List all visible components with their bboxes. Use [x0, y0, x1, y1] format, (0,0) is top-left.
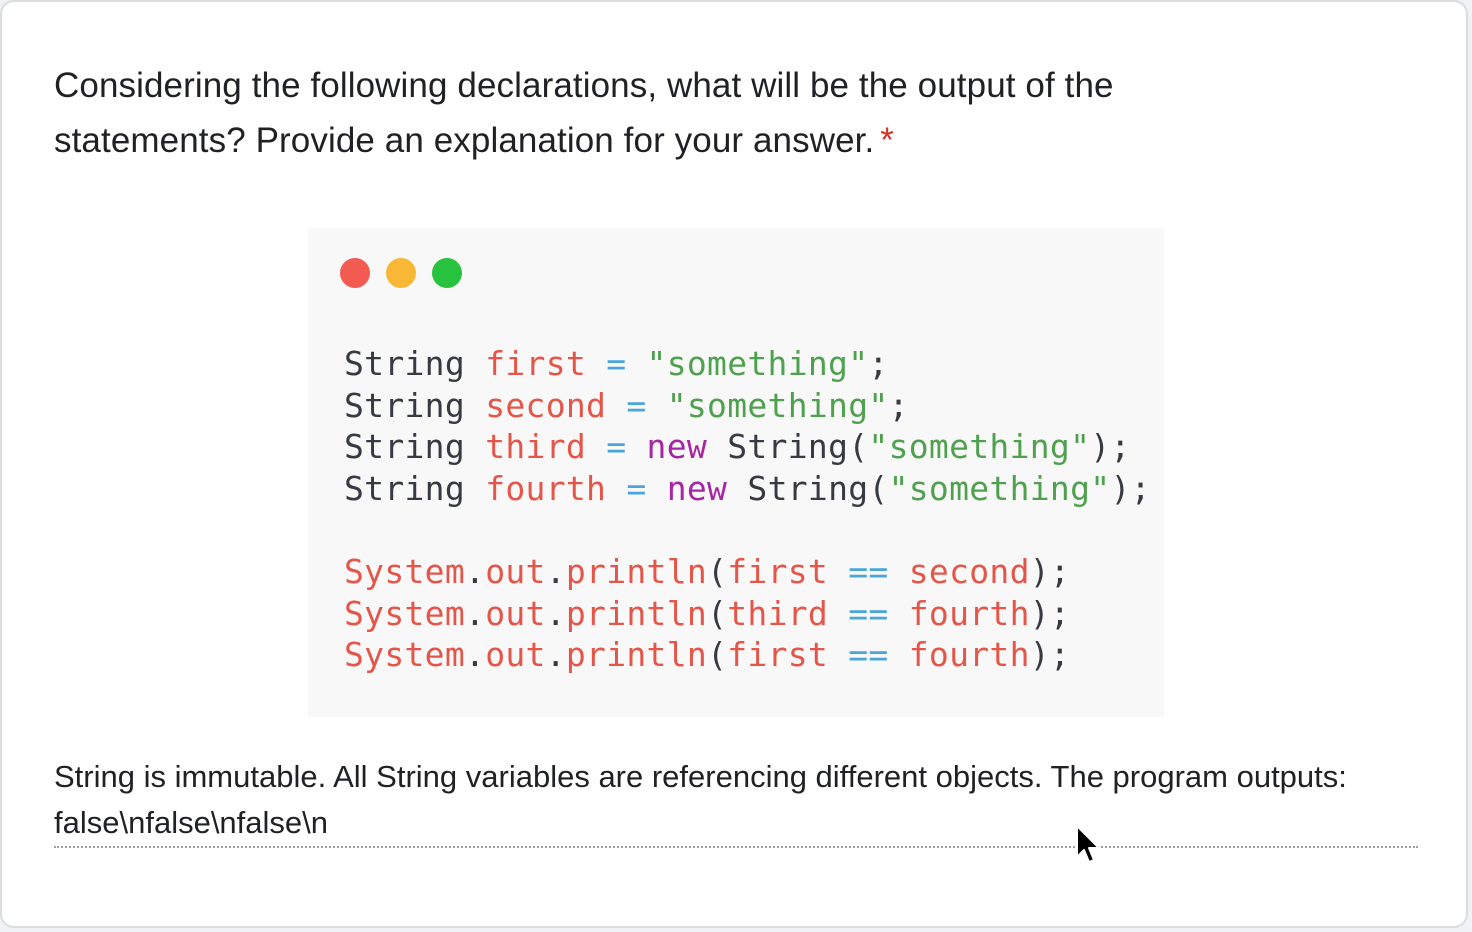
code-token: ==: [828, 635, 909, 675]
code-line: String second = "something";: [344, 385, 1151, 427]
code-token: =: [586, 344, 647, 383]
code-token: "something": [888, 468, 1111, 508]
code-token: new: [666, 468, 728, 508]
code-token: .: [465, 635, 486, 675]
code-token: .: [545, 551, 566, 591]
code-token: out: [485, 551, 546, 591]
code-token: );: [1110, 468, 1151, 508]
code-token: =: [606, 468, 667, 508]
code-token: fourth: [485, 468, 607, 508]
code-token: first: [727, 551, 829, 591]
code-token: );: [1029, 551, 1071, 591]
required-asterisk: *: [880, 121, 895, 160]
code-token: println: [565, 635, 708, 675]
code-token: first: [727, 635, 829, 675]
question-text: Considering the following declarations, …: [54, 66, 1114, 160]
code-line: String first = "something";: [344, 343, 1151, 385]
code-token: ;: [868, 344, 889, 383]
code-token: String: [344, 385, 486, 425]
code-token: .: [545, 635, 566, 675]
code-line: System.out.println(third == fourth);: [344, 593, 1151, 635]
code-line: String third = new String("something");: [344, 426, 1151, 468]
code-token: );: [1029, 635, 1071, 675]
code-line: System.out.println(first == fourth);: [344, 634, 1151, 676]
code-token: fourth: [908, 635, 1030, 675]
code-token: out: [485, 635, 546, 675]
code-token: System: [344, 635, 466, 675]
code-token: String: [344, 427, 486, 467]
code-line: System.out.println(first == second);: [344, 551, 1151, 593]
code-token: second: [908, 551, 1030, 591]
question-card: Considering the following declarations, …: [0, 0, 1468, 928]
answer-text[interactable]: String is immutable. All String variable…: [54, 759, 1347, 840]
code-token: );: [1029, 593, 1071, 633]
code-token: println: [565, 593, 708, 633]
code-token: second: [485, 385, 607, 425]
code-token: new: [646, 427, 708, 467]
code-token: =: [606, 385, 667, 425]
code-token: fourth: [908, 593, 1030, 633]
window-close-dot-icon: [340, 258, 370, 288]
code-token: String: [344, 344, 486, 383]
code-token: =: [586, 427, 647, 467]
code-token: (: [707, 635, 728, 675]
code-block: String first = "something"; String second…: [344, 343, 1151, 676]
code-token: .: [465, 593, 486, 633]
code-token: String(: [727, 468, 889, 508]
code-token: third: [727, 593, 829, 633]
code-token: System: [344, 593, 466, 633]
code-token: println: [565, 551, 708, 591]
code-token: System: [344, 551, 466, 591]
question-title: Considering the following declarations, …: [54, 58, 1254, 168]
code-token: String: [344, 468, 486, 508]
code-token: ==: [828, 593, 909, 633]
code-token: "something": [646, 344, 869, 383]
code-token: String(: [707, 427, 869, 467]
code-token: .: [465, 551, 486, 591]
code-token: (: [707, 593, 728, 633]
code-token: (: [707, 551, 728, 591]
code-token: out: [485, 593, 546, 633]
code-token: first: [485, 344, 587, 383]
code-token: ;: [888, 385, 909, 425]
code-token: .: [545, 593, 566, 633]
code-token: );: [1090, 427, 1131, 467]
answer-underline: [54, 846, 1418, 848]
answer-field[interactable]: String is immutable. All String variable…: [54, 754, 1418, 846]
code-token: "something": [868, 427, 1091, 467]
code-token: "something": [666, 385, 889, 425]
code-token: ==: [828, 551, 909, 591]
code-line: String fourth = new String("something");: [344, 468, 1151, 510]
window-minimize-dot-icon: [386, 258, 416, 288]
mouse-pointer-icon: [1076, 825, 1100, 863]
window-maximize-dot-icon: [432, 258, 462, 288]
code-token: third: [485, 427, 587, 467]
